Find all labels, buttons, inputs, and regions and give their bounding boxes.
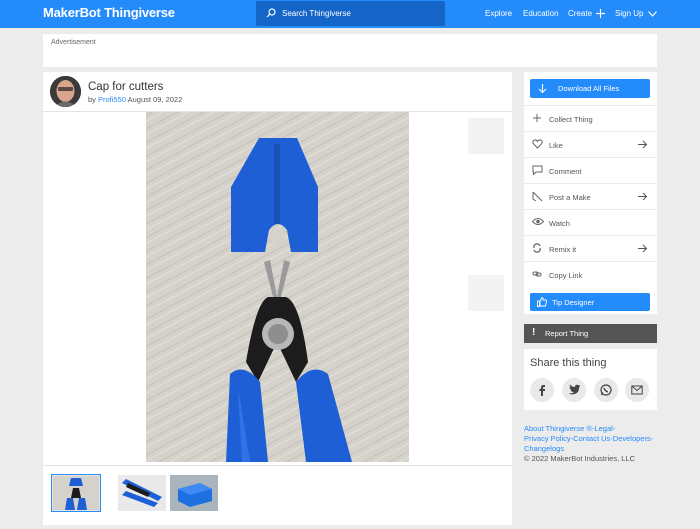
- divider: [43, 465, 512, 466]
- arrow-right-icon: [638, 192, 647, 201]
- footer-line-2: Privacy Policy-Contact Us-Developers-: [524, 434, 664, 444]
- download-icon: [538, 84, 547, 93]
- thumbs-up-icon: [537, 297, 547, 307]
- arrow-right-icon: [638, 140, 647, 149]
- post-make-label: Post a Make: [549, 193, 591, 202]
- nav-signup[interactable]: Sign Up: [615, 9, 657, 18]
- logo-thingiverse: Thingiverse: [104, 5, 175, 20]
- report-label: Report Thing: [545, 329, 589, 338]
- share-whatsapp-button[interactable]: [594, 378, 618, 402]
- thing-card: Cap for cutters by Profi550 August 09, 2…: [43, 72, 512, 525]
- publish-date: August 09, 2022: [127, 95, 183, 104]
- exclamation-icon: !: [532, 327, 536, 338]
- top-navbar: MakerBot Thingiverse Search Thingiverse …: [0, 0, 700, 28]
- footer-legal-link[interactable]: -Legal-: [592, 424, 615, 433]
- share-twitter-button[interactable]: [562, 378, 586, 402]
- comment-button[interactable]: Comment: [524, 157, 657, 183]
- download-label: Download All Files: [558, 84, 620, 93]
- search-bar[interactable]: Search Thingiverse: [256, 1, 445, 26]
- nav-create-label: Create: [568, 9, 593, 18]
- tip-designer-button[interactable]: Tip Designer: [530, 293, 650, 311]
- watch-button[interactable]: Watch: [524, 209, 657, 235]
- comment-icon: [532, 165, 543, 175]
- avatar[interactable]: [50, 76, 81, 107]
- footer-about-link[interactable]: About Thingiverse ®: [524, 424, 592, 433]
- nav-create[interactable]: Create: [568, 9, 606, 19]
- arrow-right-icon: [638, 244, 647, 253]
- footer-copyright: © 2022 MakerBot Industries, LLC: [524, 454, 635, 463]
- footer-developers-link[interactable]: Developers-: [613, 434, 653, 443]
- page-title: Cap for cutters: [88, 81, 164, 93]
- byline-by: by: [88, 95, 96, 104]
- share-email-button[interactable]: [625, 378, 649, 402]
- copy-link-button[interactable]: Copy Link: [524, 261, 657, 287]
- watch-label: Watch: [549, 219, 570, 228]
- comment-label: Comment: [549, 167, 582, 176]
- tip-designer-label: Tip Designer: [552, 298, 595, 307]
- email-icon: [631, 385, 643, 395]
- thumbnail-image: [118, 475, 166, 511]
- thumbnail-2[interactable]: [118, 475, 166, 511]
- thumbnail-3[interactable]: [170, 475, 218, 511]
- download-all-files-button[interactable]: Download All Files: [530, 79, 650, 98]
- plus-icon: [596, 9, 606, 19]
- image-placeholder: [468, 275, 504, 311]
- like-button[interactable]: Like: [524, 131, 657, 157]
- share-facebook-button[interactable]: [530, 378, 554, 402]
- collect-label: Collect Thing: [549, 115, 593, 124]
- thingiverse-logo[interactable]: MakerBot Thingiverse: [43, 5, 175, 20]
- search-icon: [266, 8, 276, 18]
- avatar-image: [50, 76, 81, 107]
- make-icon: [532, 191, 543, 202]
- plus-icon: [533, 114, 541, 122]
- footer-links: About Thingiverse ®-Legal- Privacy Polic…: [524, 424, 664, 464]
- remix-button[interactable]: Remix it: [524, 235, 657, 261]
- report-thing-button[interactable]: ! Report Thing: [524, 324, 657, 343]
- remix-icon: [533, 243, 541, 253]
- heart-icon: [532, 139, 543, 149]
- footer-contact-link[interactable]: -Contact Us-: [571, 434, 613, 443]
- footer-line-1: About Thingiverse ®-Legal-: [524, 424, 664, 434]
- share-panel: Share this thing: [524, 349, 657, 410]
- post-a-make-button[interactable]: Post a Make: [524, 183, 657, 209]
- eye-icon: [532, 218, 544, 225]
- search-input[interactable]: Search Thingiverse: [282, 9, 351, 18]
- chevron-down-icon: [647, 10, 657, 17]
- copy-link-label: Copy Link: [549, 271, 583, 280]
- nav-signup-label: Sign Up: [615, 9, 644, 18]
- image-placeholder: [468, 118, 504, 154]
- cutters-photo-image: [146, 112, 409, 462]
- logo-makerbot: MakerBot: [43, 5, 101, 20]
- remix-label: Remix it: [549, 245, 577, 254]
- footer-changelogs-link[interactable]: Changelogs: [524, 444, 664, 454]
- link-icon: [532, 271, 542, 277]
- twitter-icon: [569, 384, 580, 395]
- action-sidebar: Download All Files Collect Thing Like Co…: [524, 72, 657, 314]
- byline: by Profi550 August 09, 2022: [88, 95, 182, 104]
- advertisement-banner: Advertisement: [43, 34, 657, 67]
- thumbnail-image: [170, 475, 218, 511]
- facebook-icon: [539, 385, 545, 396]
- collect-thing-button[interactable]: Collect Thing: [524, 105, 657, 131]
- thumbnail-1[interactable]: [51, 474, 101, 512]
- nav-education[interactable]: Education: [523, 9, 559, 18]
- footer-privacy-link[interactable]: Privacy Policy: [524, 434, 571, 443]
- share-title: Share this thing: [530, 357, 607, 369]
- nav-explore[interactable]: Explore: [485, 9, 512, 18]
- author-link[interactable]: Profi550: [98, 95, 126, 104]
- thumbnail-image: [53, 476, 99, 510]
- whatsapp-icon: [600, 384, 612, 396]
- main-photo[interactable]: [146, 112, 409, 462]
- like-label: Like: [549, 141, 563, 150]
- advertisement-label: Advertisement: [51, 39, 96, 46]
